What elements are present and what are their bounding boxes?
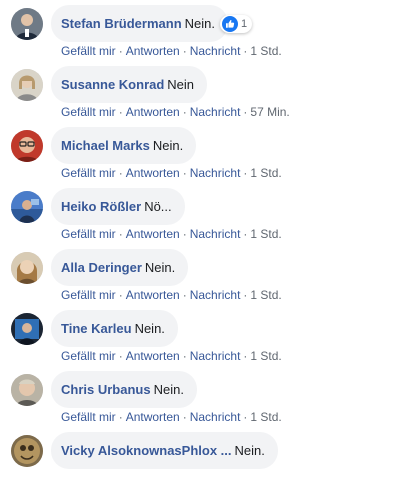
comment-bubble: Tine Karleu Nein. [51, 310, 178, 347]
comment-actions: Gefällt mir · Antworten · Nachricht · 1 Std. [61, 44, 282, 58]
comment-text: Nein. [144, 260, 176, 275]
avatar[interactable] [11, 435, 43, 467]
comment-bubble: Alla Deringer Nein. [51, 249, 189, 286]
comment-timestamp[interactable]: 57 Min. [250, 105, 289, 119]
separator: · [243, 105, 248, 119]
separator: · [118, 105, 123, 119]
comment-timestamp[interactable]: 1 Std. [250, 288, 281, 302]
like-link[interactable]: Gefällt mir [61, 105, 116, 119]
reaction-badge[interactable]: 1 [220, 15, 253, 33]
comment: Tine Karleu Nein. Gefällt mir · Antworten · N… [0, 310, 408, 371]
reply-link[interactable]: Antworten [126, 44, 180, 58]
message-link[interactable]: Nachricht [190, 227, 241, 241]
comment-bubble: Stefan Brüdermann Nein. [51, 5, 228, 42]
comment-actions: Gefällt mir · Antworten · Nachricht · 1 Std. [61, 349, 282, 363]
reply-link[interactable]: Antworten [126, 410, 180, 424]
avatar[interactable] [11, 8, 43, 40]
separator: · [182, 44, 187, 58]
comment-text: Nein. [153, 382, 184, 397]
comment-author[interactable]: Alla Deringer [61, 260, 142, 275]
separator: · [182, 410, 187, 424]
comment-actions: Gefällt mir · Antworten · Nachricht · 1 Std. [61, 288, 282, 302]
like-link[interactable]: Gefällt mir [61, 410, 116, 424]
comment-timestamp[interactable]: 1 Std. [250, 44, 281, 58]
comment-bubble: Michael Marks Nein. [51, 127, 197, 164]
comment-author[interactable]: Tine Karleu [61, 321, 132, 336]
separator: · [243, 166, 248, 180]
separator: · [118, 166, 123, 180]
separator: · [182, 166, 187, 180]
comment: Chris Urbanus Nein. Gefällt mir · Antworten… [0, 371, 408, 432]
separator: · [118, 288, 123, 302]
separator: · [118, 410, 123, 424]
comment-timestamp[interactable]: 1 Std. [250, 410, 281, 424]
separator: · [243, 410, 248, 424]
avatar[interactable] [11, 191, 43, 223]
comment-author[interactable]: Michael Marks [61, 138, 150, 153]
message-link[interactable]: Nachricht [190, 410, 241, 424]
reply-link[interactable]: Antworten [126, 166, 180, 180]
comment-bubble: Susanne Konrad Nein [51, 66, 208, 103]
comment-bubble: Heiko Rößler Nö... [51, 188, 185, 225]
comment-timestamp[interactable]: 1 Std. [250, 166, 281, 180]
comment: Susanne Konrad Nein Gefällt mir · Antworten… [0, 66, 408, 127]
separator: · [118, 349, 123, 363]
comment-actions: Gefällt mir · Antworten · Nachricht · 1 Std. [61, 227, 282, 241]
reply-link[interactable]: Antworten [126, 288, 180, 302]
message-link[interactable]: Nachricht [190, 349, 241, 363]
comment-bubble: Vicky AlsoknownasPhlox ... Nein. [51, 432, 278, 469]
reply-link[interactable]: Antworten [126, 349, 180, 363]
like-link[interactable]: Gefällt mir [61, 288, 116, 302]
comment-author[interactable]: Susanne Konrad [61, 77, 164, 92]
comment: Vicky AlsoknownasPhlox ... Nein. [0, 432, 408, 493]
comment-bubble: Chris Urbanus Nein. [51, 371, 197, 408]
comment-timestamp[interactable]: 1 Std. [250, 349, 281, 363]
reply-link[interactable]: Antworten [126, 227, 180, 241]
avatar[interactable] [11, 252, 43, 284]
comment: Heiko Rößler Nö... Gefällt mir · Antworten ·… [0, 188, 408, 249]
separator: · [182, 288, 187, 302]
comment-author[interactable]: Chris Urbanus [61, 382, 151, 397]
comment: Stefan Brüdermann Nein. 1 Gefällt mir · Ant… [0, 5, 408, 66]
comment-text: Nein. [134, 321, 165, 336]
avatar[interactable] [11, 130, 43, 162]
comment-text: Nein. [152, 138, 184, 153]
separator: · [243, 349, 248, 363]
comment-timestamp[interactable]: 1 Std. [250, 227, 281, 241]
message-link[interactable]: Nachricht [190, 166, 241, 180]
comment: Michael Marks Nein. Gefällt mir · Antworten… [0, 127, 408, 188]
reply-link[interactable]: Antworten [126, 105, 180, 119]
comment-author[interactable]: Stefan Brüdermann [61, 16, 182, 31]
comment-actions: Gefällt mir · Antworten · Nachricht · 57 Min. [61, 105, 290, 119]
separator: · [118, 227, 123, 241]
separator: · [182, 349, 187, 363]
like-icon [222, 16, 238, 32]
separator: · [182, 105, 187, 119]
comment-author[interactable]: Heiko Rößler [61, 199, 141, 214]
comment-text: Nein. [234, 443, 265, 458]
comment-text: Nein [167, 77, 195, 92]
avatar[interactable] [11, 69, 43, 101]
avatar[interactable] [11, 374, 43, 406]
like-link[interactable]: Gefällt mir [61, 227, 116, 241]
comment-actions: Gefällt mir · Antworten · Nachricht · 1 Std. [61, 166, 282, 180]
separator: · [243, 288, 248, 302]
comment-actions: Gefällt mir · Antworten · Nachricht · 1 Std. [61, 410, 282, 424]
separator: · [118, 44, 123, 58]
separator: · [182, 227, 187, 241]
separator: · [243, 44, 248, 58]
like-link[interactable]: Gefällt mir [61, 349, 116, 363]
comment-author[interactable]: Vicky AlsoknownasPhlox ... [61, 443, 232, 458]
like-link[interactable]: Gefällt mir [61, 44, 116, 58]
avatar[interactable] [11, 313, 43, 345]
reaction-count: 1 [241, 18, 248, 30]
like-link[interactable]: Gefällt mir [61, 166, 116, 180]
message-link[interactable]: Nachricht [190, 44, 241, 58]
comment: Alla Deringer Nein. Gefällt mir · Antworten… [0, 249, 408, 310]
comment-text: Nö... [144, 199, 172, 214]
message-link[interactable]: Nachricht [190, 288, 241, 302]
message-link[interactable]: Nachricht [190, 105, 241, 119]
comment-text: Nein. [184, 16, 215, 31]
separator: · [243, 227, 248, 241]
